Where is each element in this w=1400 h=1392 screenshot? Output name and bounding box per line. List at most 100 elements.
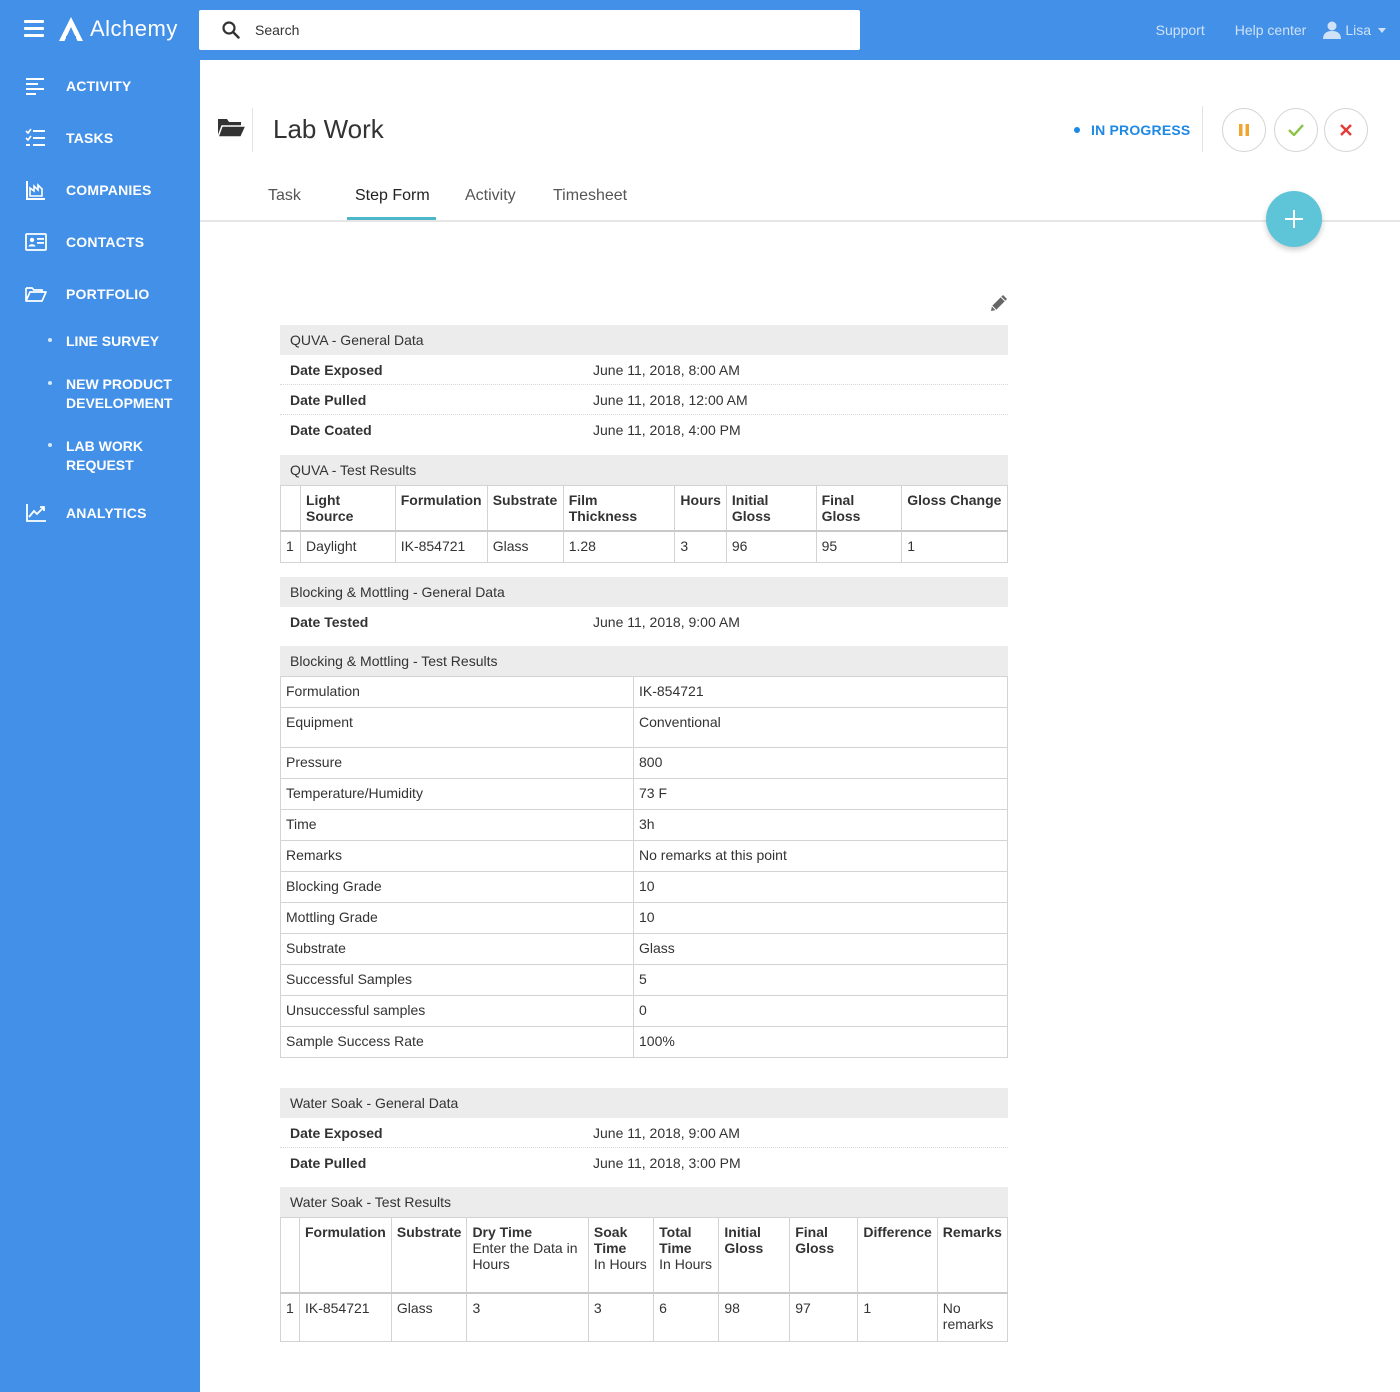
table-cell: 3 xyxy=(674,530,727,563)
column-header: Remarks xyxy=(936,1217,1009,1294)
field-label: Date Pulled xyxy=(290,392,367,408)
alchemy-logo-icon xyxy=(59,17,83,41)
column-header: Initial Gloss xyxy=(725,485,817,532)
table-row: Successful Samples 5 xyxy=(280,964,1008,996)
help-center-link[interactable]: Help center xyxy=(1235,22,1307,38)
column-header: Gloss Change xyxy=(901,485,1008,532)
field-value: June 11, 2018, 3:00 PM xyxy=(593,1155,741,1171)
pause-button[interactable] xyxy=(1222,108,1266,152)
cancel-button[interactable] xyxy=(1324,108,1368,152)
add-button[interactable] xyxy=(1266,191,1322,247)
field-value: 0 xyxy=(633,995,1008,1027)
sidebar-item-analytics[interactable]: ANALYTICS xyxy=(0,501,200,525)
field-label: Successful Samples xyxy=(280,964,634,996)
column-header: Soak Time In Hours xyxy=(587,1217,655,1294)
sidebar-item-activity[interactable]: ACTIVITY xyxy=(0,74,200,98)
field-value: June 11, 2018, 9:00 AM xyxy=(593,1125,740,1141)
field-label: Temperature/Humidity xyxy=(280,778,634,810)
table-cell: 6 xyxy=(653,1292,720,1342)
search-icon xyxy=(222,21,240,39)
field-value: 5 xyxy=(633,964,1008,996)
plus-icon xyxy=(1285,210,1303,228)
tasks-icon xyxy=(25,128,45,146)
search-input[interactable]: Search xyxy=(199,10,860,50)
activity-icon xyxy=(26,78,44,95)
analytics-icon xyxy=(26,504,46,522)
table-cell: 1 xyxy=(280,1292,300,1342)
table-row: 1 Daylight IK-854721 Glass 1.28 3 96 95 … xyxy=(280,530,1008,563)
complete-button[interactable] xyxy=(1274,108,1318,152)
column-title: Dry Time xyxy=(472,1224,533,1240)
field-label: Date Coated xyxy=(290,422,372,438)
page-title: Lab Work xyxy=(273,114,384,144)
field-value: 100% xyxy=(633,1026,1008,1058)
table-cell: 3 xyxy=(466,1292,589,1342)
field-label: Blocking Grade xyxy=(280,871,634,903)
table-row: Unsuccessful samples 0 xyxy=(280,995,1008,1027)
field-value: No remarks at this point xyxy=(633,840,1008,872)
table-row: Equipment Conventional xyxy=(280,707,1008,748)
companies-icon xyxy=(26,181,45,200)
sidebar-item-portfolio[interactable]: PORTFOLIO xyxy=(0,282,200,306)
table-cell: 95 xyxy=(815,530,903,563)
user-menu[interactable]: Lisa xyxy=(1322,21,1386,39)
column-title: Soak Time xyxy=(593,1224,628,1256)
bullet-icon xyxy=(48,443,52,447)
column-header xyxy=(280,1217,300,1294)
column-title: Initial Gloss xyxy=(724,1224,764,1256)
column-header: Initial Gloss xyxy=(718,1217,791,1294)
data-row: Date Exposed June 11, 2018, 8:00 AM xyxy=(280,355,1008,385)
table-cell: Glass xyxy=(390,1292,468,1342)
column-title: Formulation xyxy=(304,1224,386,1240)
column-header: Total Time In Hours xyxy=(653,1217,720,1294)
user-name: Lisa xyxy=(1345,22,1371,38)
table-cell: Daylight xyxy=(299,530,396,563)
column-header: Final Gloss xyxy=(815,485,903,532)
field-label: Pressure xyxy=(280,747,634,779)
table-cell: 1 xyxy=(901,530,1008,563)
field-label: Unsuccessful samples xyxy=(280,995,634,1027)
table-row: Blocking Grade 10 xyxy=(280,871,1008,903)
sidebar-item-label: ACTIVITY xyxy=(66,78,132,94)
section-header: Water Soak - Test Results xyxy=(280,1187,1008,1217)
column-header: Difference xyxy=(857,1217,938,1294)
contacts-icon xyxy=(25,233,47,251)
field-value: 800 xyxy=(633,747,1008,779)
support-link[interactable]: Support xyxy=(1156,22,1205,38)
sidebar-item-contacts[interactable]: CONTACTS xyxy=(0,230,200,254)
field-value: Glass xyxy=(633,933,1008,965)
sidebar-item-label: COMPANIES xyxy=(66,182,152,198)
top-bar: Alchemy Search Support Help center Lisa xyxy=(0,0,1400,60)
tab-activity[interactable]: Activity xyxy=(465,187,516,205)
column-subtitle: In Hours xyxy=(659,1256,713,1272)
column-subtitle: Enter the Data in Hours xyxy=(472,1240,578,1272)
data-row: Date Exposed June 11, 2018, 9:00 AM xyxy=(280,1118,1008,1148)
sidebar-item-companies[interactable]: COMPANIES xyxy=(0,178,200,202)
section-header: Blocking & Mottling - Test Results xyxy=(280,646,1008,676)
field-label: Date Exposed xyxy=(290,1125,383,1141)
logo[interactable]: Alchemy xyxy=(58,12,178,46)
tab-task[interactable]: Task xyxy=(268,187,301,205)
edit-pencil-icon[interactable] xyxy=(989,293,1009,313)
sidebar-item-tasks[interactable]: TASKS xyxy=(0,126,200,150)
column-header: Formulation xyxy=(394,485,488,532)
field-value: June 11, 2018, 9:00 AM xyxy=(593,614,740,630)
data-row: Date Pulled June 11, 2018, 3:00 PM xyxy=(280,1148,1008,1178)
column-title: Difference xyxy=(863,1224,932,1240)
column-header: Light Source xyxy=(299,485,396,532)
column-title: Remarks xyxy=(942,1224,1002,1240)
column-header: Substrate xyxy=(486,485,564,532)
tab-timesheet[interactable]: Timesheet xyxy=(553,187,627,205)
tab-step-form[interactable]: Step Form xyxy=(355,187,430,205)
table-cell: 96 xyxy=(725,530,817,563)
column-subtitle: In Hours xyxy=(593,1256,647,1272)
column-header: Hours xyxy=(674,485,727,532)
header-divider xyxy=(252,108,253,152)
field-value: 73 F xyxy=(633,778,1008,810)
search-placeholder: Search xyxy=(255,22,300,38)
sidebar: ACTIVITY TASKS COMPANIES CONTACTS PORTFO… xyxy=(0,60,200,1392)
column-header: Film Thickness xyxy=(562,485,676,532)
field-label: Date Tested xyxy=(290,614,369,630)
sidebar-item-label: TASKS xyxy=(66,130,114,146)
menu-icon[interactable] xyxy=(24,20,44,37)
